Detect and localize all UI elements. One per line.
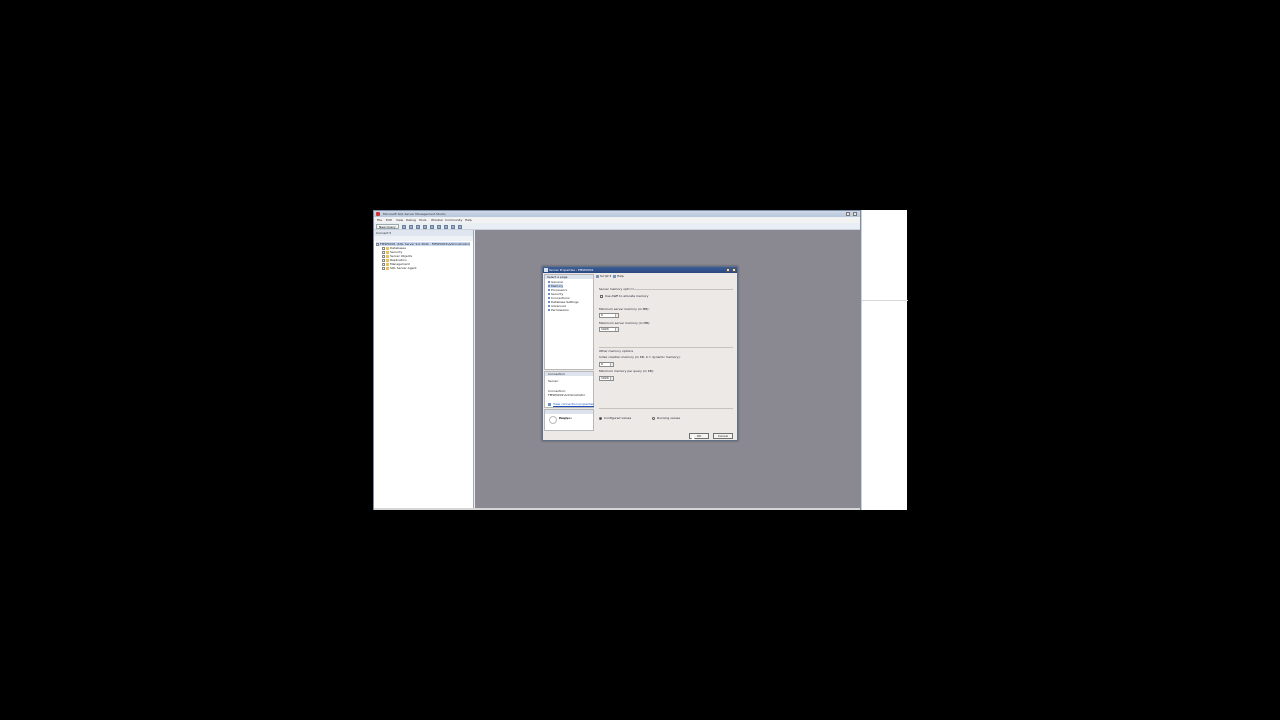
menu-tools[interactable]: Tools [419,218,426,222]
stepper-arrows-icon [610,363,613,366]
server-label: Server: [548,379,559,383]
menu-debug[interactable]: Debug [406,218,416,222]
toolbar-icon[interactable] [402,225,406,229]
dialog-maximize-button[interactable] [726,268,730,272]
index-memory-stepper[interactable]: 0 [599,362,614,367]
minimize-button[interactable] [846,212,850,216]
select-page-header: Select a page [545,275,593,279]
toolbar-icon[interactable] [444,225,448,229]
dialog-close-button[interactable] [732,268,736,272]
object-explorer-toolbar [374,236,473,241]
configured-values-radio[interactable] [599,417,602,420]
group-divider [599,408,733,409]
menu-file[interactable]: File [377,218,382,222]
help-icon [613,275,616,278]
main-toolbar: New Query [374,223,860,230]
group-divider [599,347,733,348]
script-icon [596,275,599,278]
object-explorer: Connect ▾ FMSP0001 (SQL Server 9.0.3042 … [374,230,474,509]
query-memory-label: Minimum memory per query (in KB): [599,369,654,373]
toolbar-icon[interactable] [416,225,420,229]
max-memory-label: Maximum server memory (in MB): [599,321,651,325]
dialog-icon [544,268,548,272]
window-title: Microsoft SQL Server Management Studio [383,212,446,216]
awe-checkbox[interactable] [600,295,603,298]
stepper-arrows-icon [615,314,618,317]
server-properties-dialog: Server Properties - FMSP0001 Select a pa… [542,266,738,441]
stepper-arrows-icon [610,377,613,380]
view-connection-properties-link[interactable]: View connection properties [553,402,594,406]
stepper-arrows-icon [615,328,618,331]
min-memory-stepper[interactable]: 0 [599,313,619,318]
index-memory-label: Index creation memory (in KB, 0 = dynami… [599,355,681,359]
toolbar-icon[interactable] [430,225,434,229]
connect-button[interactable]: Connect ▾ [376,231,391,235]
progress-panel: Progress Ready [544,409,594,431]
divider [862,300,908,301]
running-values-label: Running values [657,416,681,420]
connection-value: FMSP0001\Administrator [548,393,586,397]
select-page-panel: Select a page General Memory Processors … [544,274,594,370]
toolbar-icon[interactable] [409,225,413,229]
min-memory-label: Minimum server memory (in MB): [599,307,650,311]
help-button[interactable]: Help [617,274,624,278]
progress-header: Progress [545,410,593,420]
toolbar-icon[interactable] [458,225,462,229]
toolbar-icon[interactable] [451,225,455,229]
dialog-title-bar: Server Properties - FMSP0001 [543,267,737,273]
new-query-button[interactable]: New Query [376,224,399,229]
progress-spinner-icon [549,416,557,424]
folder-icon [386,266,389,270]
connection-properties-icon [548,403,551,406]
connection-header: Connection [545,372,593,376]
query-memory-stepper[interactable]: 1024 [599,376,614,381]
toolbar-icon[interactable] [437,225,441,229]
tree-node-sql-agent[interactable]: SQL Server Agent [382,266,417,270]
cancel-button[interactable]: Cancel [713,433,733,439]
menu-window[interactable]: Window [431,218,443,222]
script-button[interactable]: Script ▾ [600,274,611,278]
menu-help[interactable]: Help [465,218,472,222]
page-permissions[interactable]: Permissions [548,308,569,312]
connection-panel: Connection Server: Connection: FMSP0001\… [544,371,594,408]
ssms-app-icon [376,212,380,216]
menu-edit[interactable]: Edit [386,218,392,222]
background-window [861,210,908,510]
menu-view[interactable]: View [396,218,403,222]
configured-values-label: Configured values [604,416,632,420]
awe-label: Use AWE to allocate memory [605,294,649,298]
status-bar [374,508,860,510]
close-button[interactable] [853,212,857,216]
running-values-radio[interactable] [652,417,655,420]
group-divider [628,289,733,290]
dialog-title: Server Properties - FMSP0001 [549,268,594,272]
dialog-toolbar: Script ▾ Help [596,274,737,279]
menu-community[interactable]: Community [445,218,462,222]
progress-status: Ready [559,416,569,420]
toolbar-icon[interactable] [423,225,427,229]
mouse-cursor-icon [691,436,695,440]
other-memory-group-title: Other memory options [599,349,634,353]
max-memory-stepper[interactable]: 1024 [599,327,619,332]
